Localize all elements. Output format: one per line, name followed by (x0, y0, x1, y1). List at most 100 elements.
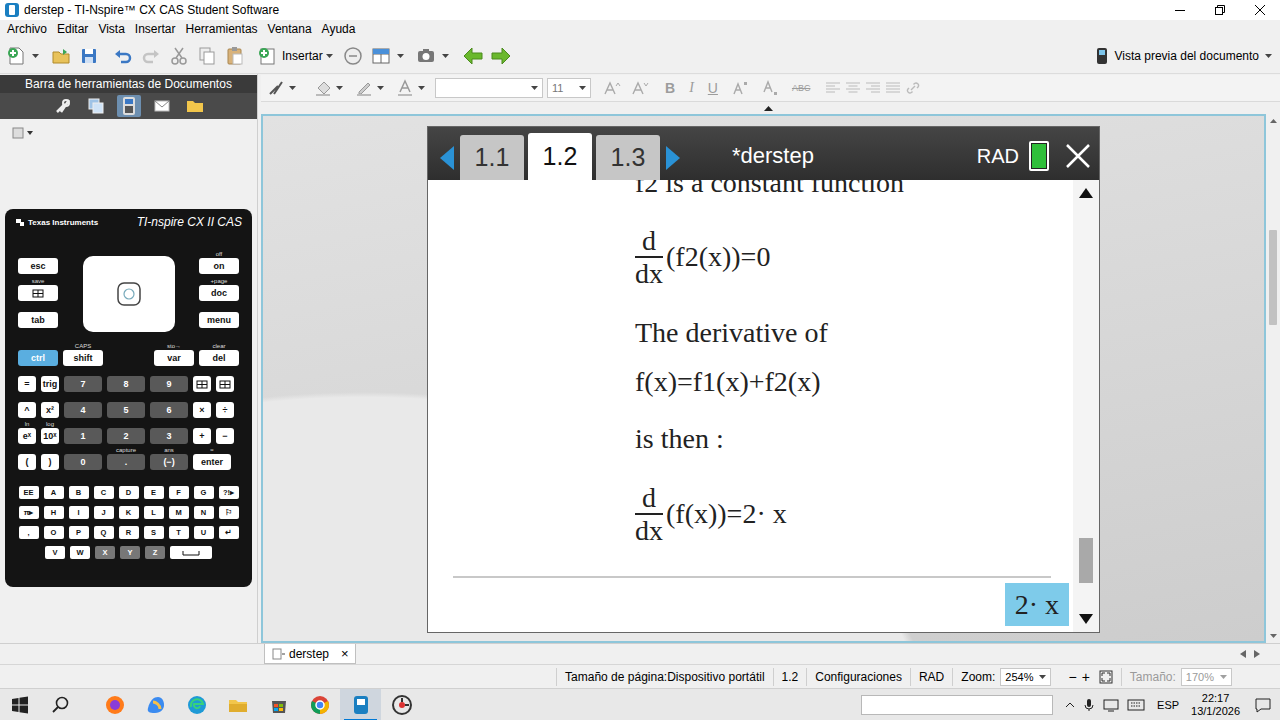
fill-color-icon[interactable] (314, 79, 332, 97)
calculator-key[interactable]: menu (199, 312, 239, 328)
scroll-track[interactable] (1266, 128, 1280, 629)
keyboard-icon[interactable] (1127, 699, 1145, 711)
font-field[interactable] (435, 78, 543, 98)
dropdown-icon[interactable] (1265, 54, 1272, 58)
calculator-key[interactable] (216, 376, 234, 392)
calculator-key[interactable]: 3 (150, 428, 188, 444)
page-tab[interactable]: 1.3 (596, 135, 660, 180)
line-color-icon[interactable] (355, 79, 373, 97)
paste-icon[interactable] (223, 43, 247, 69)
pages-icon[interactable] (84, 95, 108, 117)
next-page-icon[interactable] (666, 146, 680, 170)
zoom-in-button[interactable]: + (1082, 669, 1090, 685)
calculator-key[interactable] (18, 285, 58, 301)
font-size-field[interactable]: 11 (547, 78, 591, 98)
calculator-key[interactable]: ÷ (216, 402, 234, 418)
calculator-key[interactable]: 9 (150, 376, 188, 392)
decrease-font-icon[interactable] (631, 80, 649, 96)
scroll-thumb[interactable] (1269, 230, 1277, 325)
calculator-key[interactable]: tab (18, 312, 58, 328)
edge-icon[interactable] (176, 689, 217, 720)
close-icon[interactable] (1240, 0, 1280, 20)
calculator-key[interactable]: (−) (150, 454, 188, 470)
menu-item[interactable]: Insertar (130, 20, 181, 38)
alpha-key[interactable]: ↵ (219, 526, 239, 539)
dropdown-icon[interactable] (579, 86, 586, 90)
language-indicator[interactable]: ESP (1157, 699, 1179, 711)
superscript-icon[interactable] (732, 80, 748, 96)
page-tab[interactable]: 1.1 (460, 135, 524, 180)
calculator-key[interactable]: esc (18, 258, 58, 274)
alpha-key[interactable]: ⚐ (219, 506, 239, 519)
zoom-out-button[interactable]: − (1068, 669, 1076, 685)
calculator-key[interactable]: ^ (18, 402, 36, 418)
calculator-key[interactable]: eˣ (18, 428, 36, 444)
variable-icon[interactable] (341, 43, 365, 69)
tab-right-icon[interactable] (1254, 650, 1260, 658)
calculator-key[interactable]: del (199, 350, 239, 366)
alpha-key[interactable]: U (194, 526, 214, 539)
dropdown-icon[interactable] (442, 54, 449, 58)
subscript-icon[interactable] (762, 80, 778, 96)
align-right-icon[interactable] (866, 82, 880, 94)
font-size-value[interactable]: 11 (552, 82, 563, 94)
alpha-key[interactable]: P (69, 526, 89, 539)
collapse-toolbar-icon[interactable] (764, 106, 773, 111)
calculator-key[interactable] (193, 376, 211, 392)
settings[interactable]: Configuraciones (806, 668, 910, 686)
dropdown-icon[interactable] (377, 86, 384, 90)
clock-date[interactable]: 13/1/2026 (1191, 705, 1240, 718)
alpha-key[interactable]: W (70, 546, 90, 559)
touchpad[interactable] (83, 256, 175, 332)
store-icon[interactable] (258, 689, 299, 720)
dropdown-icon[interactable] (418, 86, 425, 90)
calculator-key[interactable]: + (193, 428, 211, 444)
calculator-key[interactable]: var (154, 350, 194, 366)
text-color-icon[interactable] (396, 79, 414, 97)
preview-button[interactable]: Vista previa del documento (1096, 47, 1276, 65)
dropdown-icon[interactable] (326, 54, 333, 58)
calculator-key[interactable]: 2 (107, 428, 145, 444)
menu-item[interactable]: Ventana (263, 20, 317, 38)
previous-page-icon[interactable] (440, 146, 454, 170)
taskbar-search-field[interactable] (861, 695, 1053, 715)
menu-item[interactable]: Ayuda (317, 20, 361, 38)
forward-arrow-icon[interactable] (489, 43, 513, 69)
alpha-key[interactable]: EE (19, 486, 39, 499)
alpha-key[interactable]: E (144, 486, 164, 499)
justify-icon[interactable] (886, 82, 900, 94)
alpha-key[interactable]: π▸ (19, 506, 39, 519)
calculator-key[interactable]: trig (41, 376, 59, 392)
windows-start-icon[interactable] (0, 689, 40, 720)
close-tab-button[interactable]: × (341, 646, 349, 661)
clock-time[interactable]: 22:17 (1191, 692, 1240, 705)
alpha-key[interactable]: R (119, 526, 139, 539)
alpha-key[interactable]: V (45, 546, 65, 559)
page-size-label[interactable]: Tamaño de página:Dispositivo portátil (565, 670, 764, 684)
insert-button[interactable]: Insertar (255, 43, 333, 69)
network-icon[interactable] (1103, 698, 1119, 712)
scroll-up-icon[interactable] (1079, 188, 1093, 198)
tools-icon[interactable] (51, 95, 75, 117)
alpha-key[interactable]: L (144, 506, 164, 519)
open-folder-icon[interactable] (49, 43, 73, 69)
dropdown-icon[interactable] (289, 86, 296, 90)
dropdown-icon[interactable] (531, 86, 538, 90)
menu-item[interactable]: Archivo (2, 20, 52, 38)
file-explorer-icon[interactable] (217, 689, 258, 720)
calculator-key[interactable]: 10ˣ (41, 428, 59, 444)
zoom-field[interactable]: 254% (1000, 668, 1051, 686)
alpha-key[interactable]: O (44, 526, 64, 539)
calculator-key[interactable]: 5 (107, 402, 145, 418)
preview-label[interactable]: Vista previa del documento (1114, 49, 1259, 63)
dropdown-icon[interactable] (27, 131, 33, 135)
dropdown-icon[interactable] (336, 86, 343, 90)
maximize-icon[interactable] (1200, 0, 1240, 20)
alpha-key[interactable]: J (94, 506, 114, 519)
scroll-down-icon[interactable] (1270, 629, 1277, 643)
calculator-key[interactable]: ctrl (18, 350, 58, 366)
menu-item[interactable]: Herramientas (181, 20, 263, 38)
alpha-key[interactable]: M (169, 506, 189, 519)
size-value[interactable]: 170% (1186, 671, 1214, 683)
size-field[interactable]: 170% (1181, 668, 1232, 686)
